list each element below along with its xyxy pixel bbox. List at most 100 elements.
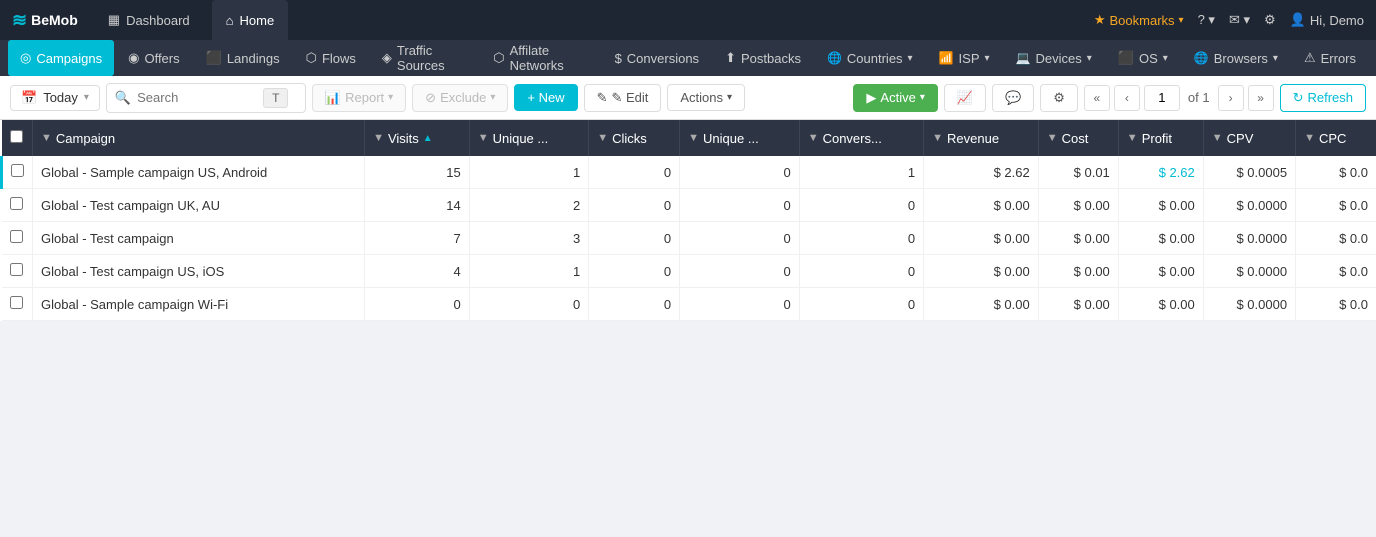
- row-checkbox[interactable]: [10, 296, 23, 309]
- row-checkbox[interactable]: [10, 263, 23, 276]
- logo[interactable]: ≋ BeMob: [12, 10, 78, 31]
- column-header-profit[interactable]: ▼ Profit: [1118, 120, 1203, 156]
- select-all-checkbox[interactable]: [10, 130, 23, 143]
- play-icon: ▶: [866, 90, 876, 106]
- actions-button[interactable]: Actions ▾: [667, 84, 745, 111]
- browsers-chevron-icon: ▾: [1273, 53, 1278, 64]
- isp-chevron-icon: ▾: [985, 53, 990, 64]
- row-profit: $ 0.00: [1118, 288, 1203, 321]
- table-row[interactable]: Global - Sample campaign Wi-Fi 0 0 0 0 0…: [2, 288, 1376, 321]
- help-button[interactable]: ? ▾: [1198, 12, 1215, 28]
- menu-item-errors[interactable]: ⚠ Errors: [1292, 40, 1368, 76]
- settings-icon[interactable]: ⚙: [1264, 12, 1276, 28]
- top-navigation: ≋ BeMob ▦ Dashboard ⌂ Home ★ Bookmarks ▾…: [0, 0, 1376, 40]
- row-clicks: 0: [589, 156, 680, 189]
- row-campaign-name: Global - Sample campaign Wi-Fi: [33, 288, 365, 321]
- column-header-visits[interactable]: ▼ Visits ▲: [365, 120, 470, 156]
- row-checkbox-cell[interactable]: [2, 288, 33, 321]
- table-row[interactable]: Global - Sample campaign US, Android 15 …: [2, 156, 1376, 189]
- page-total-label: of 1: [1184, 90, 1214, 105]
- row-profit: $ 0.00: [1118, 255, 1203, 288]
- row-cpc: $ 0.0: [1296, 222, 1376, 255]
- column-header-cost[interactable]: ▼ Cost: [1038, 120, 1118, 156]
- inbox-icon[interactable]: ✉ ▾: [1229, 12, 1250, 28]
- exclude-dropdown-icon: ▾: [490, 92, 495, 103]
- table-row[interactable]: Global - Test campaign US, iOS 4 1 0 0 0…: [2, 255, 1376, 288]
- actions-chevron-icon: ▾: [727, 92, 732, 103]
- refresh-button[interactable]: ↻ Refresh: [1280, 84, 1366, 112]
- row-cost: $ 0.00: [1038, 255, 1118, 288]
- menu-item-browsers[interactable]: 🌐 Browsers ▾: [1182, 40, 1290, 76]
- new-button[interactable]: + New: [514, 84, 577, 111]
- menu-item-devices[interactable]: 💻 Devices ▾: [1004, 40, 1104, 76]
- menu-item-countries[interactable]: 🌐 Countries ▾: [815, 40, 925, 76]
- search-box[interactable]: 🔍 T: [106, 83, 306, 113]
- countries-chevron-icon: ▾: [908, 53, 913, 64]
- filter-button[interactable]: T: [263, 88, 288, 108]
- search-input[interactable]: [137, 90, 257, 105]
- active-filter-button[interactable]: ▶ Active ▾: [853, 84, 937, 112]
- menu-item-traffic-sources[interactable]: ◈ Traffic Sources: [370, 40, 479, 76]
- exclude-button[interactable]: ⊘ Exclude ▾: [412, 84, 508, 112]
- landings-icon: ⬛: [206, 50, 222, 66]
- bookmarks-button[interactable]: ★ Bookmarks ▾: [1094, 12, 1184, 28]
- menu-item-offers[interactable]: ◉ Offers: [116, 40, 192, 76]
- user-avatar-icon: 👤: [1290, 12, 1306, 28]
- table-row[interactable]: Global - Test campaign 7 3 0 0 0 $ 0.00 …: [2, 222, 1376, 255]
- menu-item-conversions[interactable]: $ Conversions: [603, 40, 712, 76]
- menu-item-campaigns[interactable]: ◎ Campaigns: [8, 40, 114, 76]
- campaigns-icon: ◎: [20, 50, 31, 66]
- logo-icon: ≋: [12, 10, 27, 31]
- edit-icon: ✎: [597, 90, 608, 106]
- settings-button[interactable]: ⚙: [1040, 84, 1078, 112]
- last-page-button[interactable]: »: [1248, 85, 1274, 111]
- row-checkbox-cell[interactable]: [2, 189, 33, 222]
- first-page-button[interactable]: «: [1084, 85, 1110, 111]
- search-icon: 🔍: [115, 90, 131, 106]
- prev-page-button[interactable]: ‹: [1114, 85, 1140, 111]
- next-page-button[interactable]: ›: [1218, 85, 1244, 111]
- row-checkbox[interactable]: [10, 230, 23, 243]
- sort-visits-icon: ▲: [423, 133, 433, 144]
- menu-item-affiliate-networks[interactable]: ⬡ Affilate Networks: [481, 40, 600, 76]
- row-checkbox-cell[interactable]: [2, 255, 33, 288]
- edit-button[interactable]: ✎ ✎ Edit: [584, 84, 662, 112]
- column-header-clicks[interactable]: ▼ Clicks: [589, 120, 680, 156]
- menu-item-landings[interactable]: ⬛ Landings: [194, 40, 292, 76]
- postbacks-icon: ⬆: [725, 50, 736, 66]
- menu-item-os[interactable]: ⬛ OS ▾: [1106, 40, 1180, 76]
- message-button[interactable]: 💬: [992, 84, 1034, 112]
- filter-cpv-icon: ▼: [1212, 132, 1223, 144]
- column-header-revenue[interactable]: ▼ Revenue: [924, 120, 1039, 156]
- user-menu[interactable]: 👤 Hi, Demo: [1290, 12, 1364, 28]
- column-header-unique2[interactable]: ▼ Unique ...: [680, 120, 800, 156]
- filter-conversions-icon: ▼: [808, 132, 819, 144]
- tab-dashboard[interactable]: ▦ Dashboard: [94, 0, 204, 40]
- column-header-cpc[interactable]: ▼ CPC: [1296, 120, 1376, 156]
- menu-item-isp[interactable]: 📶 ISP ▾: [927, 40, 1002, 76]
- select-all-header[interactable]: [2, 120, 33, 156]
- row-revenue: $ 0.00: [924, 255, 1039, 288]
- report-button[interactable]: 📊 Report ▾: [312, 84, 406, 112]
- refresh-icon: ↻: [1293, 90, 1304, 106]
- row-checkbox-cell[interactable]: [2, 222, 33, 255]
- row-checkbox-cell[interactable]: [2, 156, 33, 189]
- filter-campaign-icon: ▼: [41, 132, 52, 144]
- row-checkbox[interactable]: [10, 197, 23, 210]
- row-campaign-name: Global - Test campaign US, iOS: [33, 255, 365, 288]
- tab-home[interactable]: ⌂ Home: [212, 0, 289, 40]
- date-picker[interactable]: 📅 Today ▾: [10, 85, 100, 111]
- column-header-campaign[interactable]: ▼ Campaign: [33, 120, 365, 156]
- column-header-cpv[interactable]: ▼ CPV: [1203, 120, 1295, 156]
- countries-icon: 🌐: [827, 51, 842, 65]
- column-header-unique1[interactable]: ▼ Unique ...: [469, 120, 589, 156]
- chart-button[interactable]: 📈: [944, 84, 986, 112]
- menu-item-postbacks[interactable]: ⬆ Postbacks: [713, 40, 813, 76]
- column-header-conversions[interactable]: ▼ Convers...: [799, 120, 923, 156]
- filter-unique2-icon: ▼: [688, 132, 699, 144]
- row-checkbox[interactable]: [11, 164, 24, 177]
- filter-unique1-icon: ▼: [478, 132, 489, 144]
- table-row[interactable]: Global - Test campaign UK, AU 14 2 0 0 0…: [2, 189, 1376, 222]
- page-number-input[interactable]: [1144, 85, 1180, 111]
- menu-item-flows[interactable]: ⬡ Flows: [294, 40, 368, 76]
